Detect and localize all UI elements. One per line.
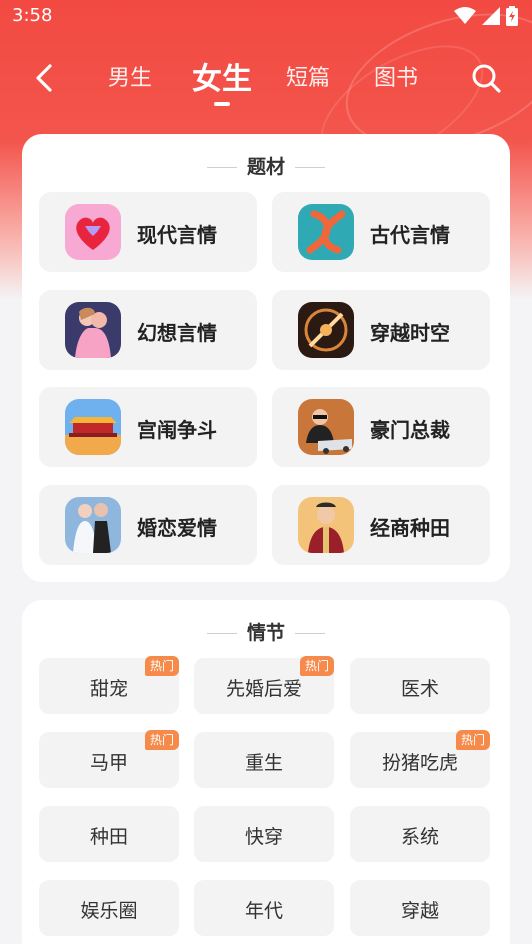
plot-card: 情节 甜宠 热门 先婚后爱 热门 医术 马甲 热门 重生 扮猪吃虎 热门 种田 快穿 系统 娱乐圈 年代 穿越 [22, 600, 510, 944]
plot-tag-label: 重生 [244, 752, 283, 774]
genre-business-farming[interactable]: 经商种田 [272, 485, 490, 565]
fantasy-couple-icon [65, 302, 121, 358]
signal-icon [482, 7, 500, 25]
plot-tag[interactable]: 重生 [194, 732, 334, 788]
plot-tag-label: 医术 [400, 678, 439, 700]
plot-tag[interactable]: 穿越 [350, 880, 490, 936]
plot-tag-label: 年代 [244, 900, 283, 922]
wifi-icon [454, 7, 476, 24]
plot-tag[interactable]: 种田 [39, 806, 179, 862]
plot-tag[interactable]: 扮猪吃虎 热门 [350, 730, 490, 788]
top-nav: 男生 女生 短篇 图书 [0, 48, 532, 106]
plot-tag[interactable]: 娱乐圈 [39, 880, 179, 936]
hot-badge: 热门 [455, 730, 490, 750]
plot-tag[interactable]: 快穿 [194, 806, 334, 862]
status-bar: 3:58 [0, 0, 532, 34]
genre-palace-intrigue[interactable]: 宫闱争斗 [39, 387, 257, 467]
hot-badge: 热门 [299, 656, 334, 676]
genre-marriage-romance[interactable]: 婚恋爱情 [39, 485, 257, 565]
heart-gem-icon [65, 204, 121, 260]
genre-modern-romance[interactable]: 现代言情 [39, 192, 257, 272]
plot-tag-label: 种田 [89, 826, 128, 848]
tab-female[interactable]: 女生 [192, 54, 252, 106]
plot-tag-label: 穿越 [400, 900, 439, 922]
back-button[interactable] [28, 60, 64, 96]
genre-ancient-romance[interactable]: 古代言情 [272, 192, 490, 272]
genre-fantasy-romance[interactable]: 幻想言情 [39, 290, 257, 370]
wedding-couple-icon [65, 497, 121, 553]
status-time: 3:58 [12, 5, 53, 26]
genre-time-travel[interactable]: 穿越时空 [272, 290, 490, 370]
plot-tag-label: 扮猪吃虎 [381, 752, 458, 774]
koi-fish-icon [298, 204, 354, 260]
palace-icon [65, 399, 121, 455]
plot-tag[interactable]: 系统 [350, 806, 490, 862]
hot-badge: 热门 [144, 730, 179, 750]
plot-tag-label: 先婚后爱 [225, 678, 302, 700]
theme-card: 题材 现代言情 古代言情 幻想言情 穿越时空 宫闱争斗 豪门总裁 婚恋爱情 经商… [22, 134, 510, 582]
tab-short[interactable]: 短篇 [286, 60, 330, 92]
merchant-icon [298, 497, 354, 553]
chevron-left-icon [36, 64, 52, 92]
theme-title: 题材 [22, 152, 510, 179]
plot-tag-label: 娱乐圈 [80, 900, 138, 922]
plot-tag-label: 系统 [400, 826, 439, 848]
battery-icon [506, 6, 518, 26]
plot-tag[interactable]: 甜宠 热门 [39, 656, 179, 714]
search-button[interactable] [468, 60, 504, 96]
plot-tag-label: 甜宠 [89, 678, 128, 700]
search-icon [472, 64, 501, 93]
plot-tag-label: 马甲 [89, 752, 128, 774]
plot-tag-label: 快穿 [244, 826, 283, 848]
genre-wealthy-ceo[interactable]: 豪门总裁 [272, 387, 490, 467]
plot-title: 情节 [22, 618, 510, 645]
plot-tag[interactable]: 年代 [194, 880, 334, 936]
ceo-car-icon [298, 399, 354, 455]
plot-tag[interactable]: 医术 [350, 658, 490, 714]
plot-tag[interactable]: 马甲 热门 [39, 730, 179, 788]
time-portal-icon [298, 302, 354, 358]
tab-books[interactable]: 图书 [374, 60, 418, 92]
hot-badge: 热门 [144, 656, 179, 676]
plot-tag[interactable]: 先婚后爱 热门 [194, 656, 334, 714]
tab-male[interactable]: 男生 [108, 60, 152, 92]
